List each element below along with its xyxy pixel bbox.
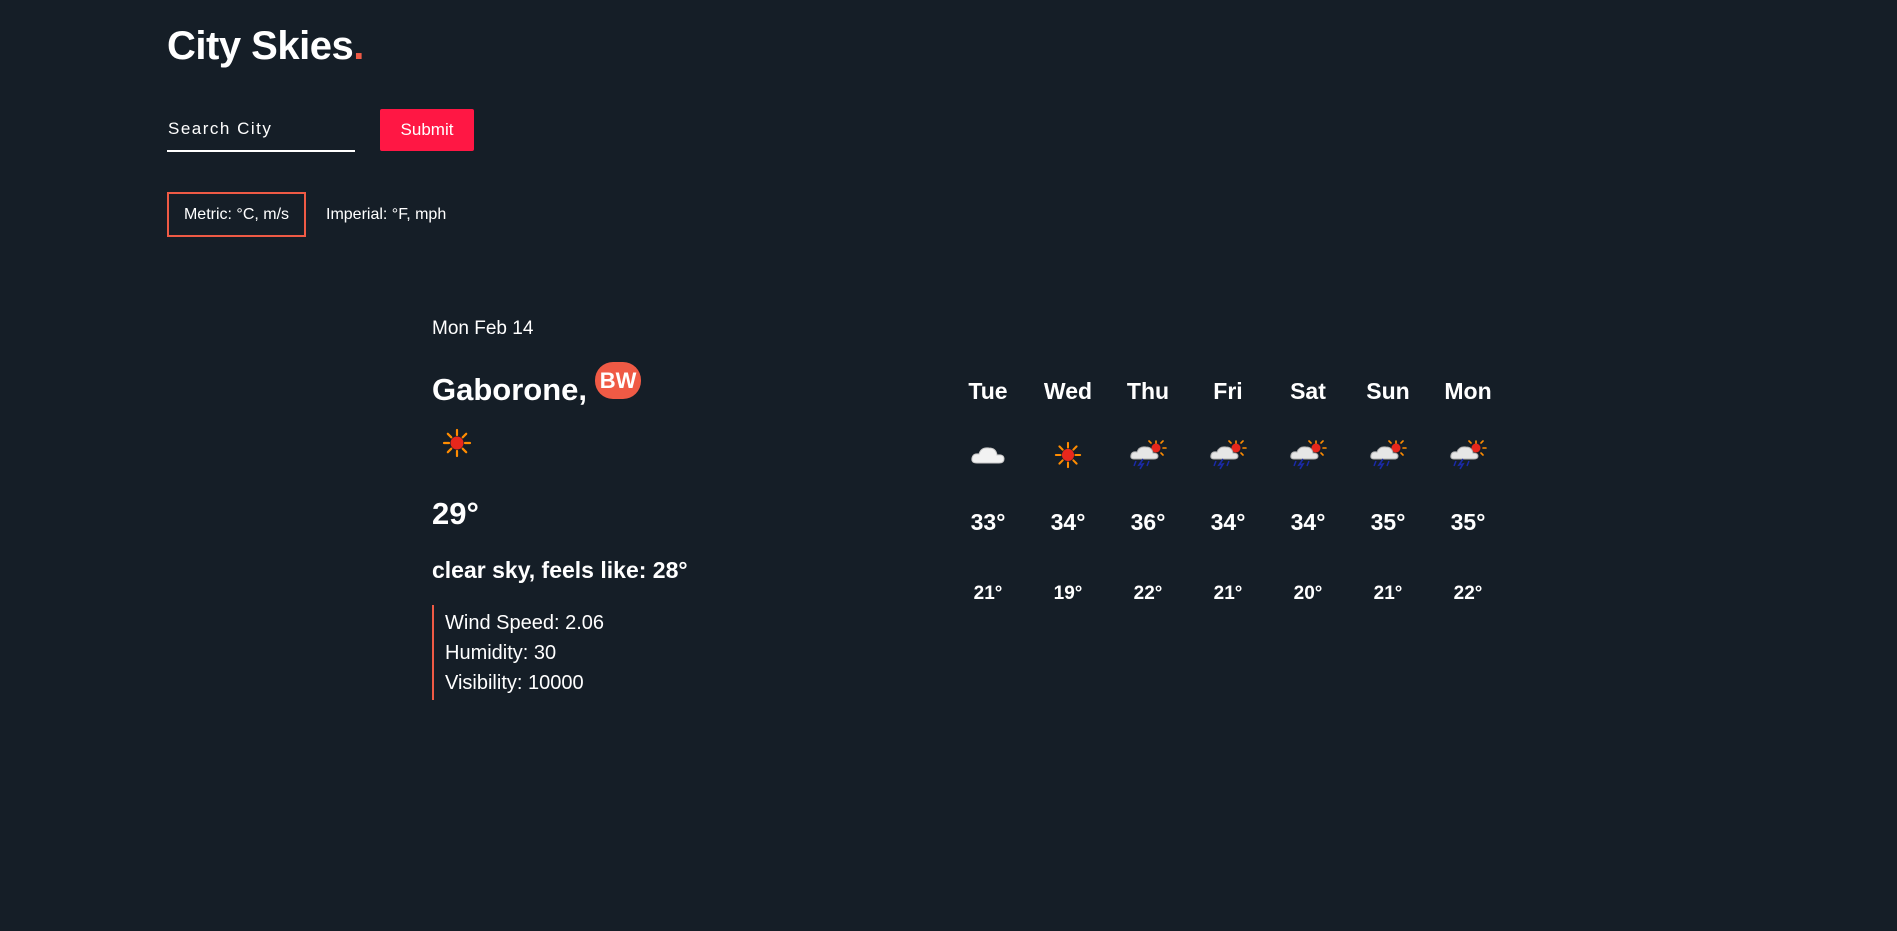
forecast-low: 20°	[1293, 583, 1323, 604]
submit-button[interactable]: Submit	[380, 109, 474, 151]
forecast-high: 36°	[1130, 509, 1166, 535]
forecast-day-name: Tue	[968, 378, 1008, 404]
forecast-high: 34°	[1290, 509, 1326, 535]
forecast-day-name: Sat	[1290, 378, 1326, 404]
forecast-day-name: Mon	[1444, 378, 1492, 404]
humidity: Humidity: 30	[445, 642, 557, 664]
forecast-day-name: Wed	[1043, 378, 1093, 404]
weather-stats: Wind Speed: 2.06 Humidity: 30 Visibility…	[432, 605, 604, 700]
forecast-low: 21°	[1373, 583, 1403, 604]
brand-dot: .	[353, 24, 364, 68]
wind-speed: Wind Speed: 2.06	[445, 612, 604, 634]
forecast-low: 21°	[1213, 583, 1243, 604]
forecast-day: Fri 34° 21°	[1188, 373, 1268, 607]
forecast-low: 22°	[1453, 583, 1483, 604]
forecast-day: Wed 34° 19°	[1028, 373, 1108, 607]
thunderstorm-sun-icon	[1448, 439, 1488, 471]
sun-icon	[1048, 439, 1088, 471]
forecast-low: 19°	[1053, 583, 1083, 604]
thunderstorm-sun-icon	[1368, 439, 1408, 471]
forecast-high: 35°	[1370, 509, 1406, 535]
forecast-high: 35°	[1450, 509, 1486, 535]
app-logo: City Skies.	[167, 22, 364, 70]
imperial-unit-toggle[interactable]: Imperial: °F, mph	[326, 192, 446, 237]
current-date: Mon Feb 14	[432, 318, 534, 339]
thunderstorm-sun-icon	[1288, 439, 1328, 471]
forecast-low: 21°	[973, 583, 1003, 604]
brand-name: City Skies	[167, 24, 354, 68]
forecast-high: 34°	[1210, 509, 1246, 535]
forecast-day: Tue 33° 21°	[948, 373, 1028, 607]
sun-icon	[442, 428, 472, 458]
forecast-high: 33°	[970, 509, 1006, 535]
visibility: Visibility: 10000	[445, 672, 584, 694]
metric-unit-toggle[interactable]: Metric: °C, m/s	[167, 192, 306, 237]
forecast-high: 34°	[1050, 509, 1086, 535]
search-field[interactable]	[167, 108, 355, 152]
weather-app: City Skies. Submit Metric: °C, m/s Imper…	[0, 0, 1897, 931]
current-temperature: 29°	[432, 496, 479, 531]
weather-description: clear sky, feels like: 28°	[432, 557, 688, 583]
thunderstorm-sun-icon	[1208, 439, 1248, 471]
weekly-forecast: Tue 33° 21° Wed 34° 19° Thu 36° 22° Fri …	[948, 373, 1508, 607]
imperial-label: Imperial: °F, mph	[326, 205, 447, 223]
location: Gaborone, BW	[432, 362, 642, 418]
country-badge: BW	[595, 362, 642, 399]
forecast-low: 22°	[1133, 583, 1163, 604]
forecast-day-name: Thu	[1126, 378, 1170, 404]
forecast-day-name: Sun	[1366, 378, 1410, 404]
metric-label: Metric: °C, m/s	[183, 205, 290, 223]
forecast-day: Sat 34° 20°	[1268, 373, 1348, 607]
thunderstorm-sun-icon	[1128, 439, 1168, 471]
search-input[interactable]	[167, 119, 355, 139]
cloud-icon	[968, 439, 1008, 471]
forecast-day-name: Fri	[1213, 378, 1243, 404]
forecast-day: Thu 36° 22°	[1108, 373, 1188, 607]
forecast-day: Mon 35° 22°	[1428, 373, 1508, 607]
forecast-day: Sun 35° 21°	[1348, 373, 1428, 607]
city-name: Gaborone,	[432, 372, 588, 407]
